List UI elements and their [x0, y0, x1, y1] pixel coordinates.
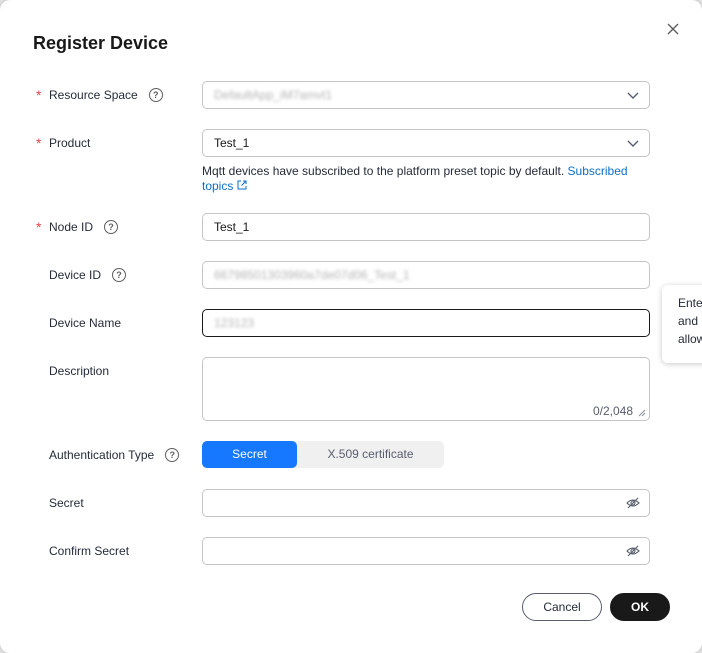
node-id-label-row: * Node ID ? [36, 217, 119, 237]
confirm-secret-label-row: Confirm Secret [36, 541, 129, 561]
device-id-label: Device ID [49, 268, 102, 282]
help-icon[interactable]: ? [148, 88, 163, 102]
confirm-secret-label: Confirm Secret [49, 544, 130, 558]
external-link-icon [237, 180, 247, 190]
node-id-input[interactable]: Test_1 [202, 213, 650, 241]
help-icon[interactable]: ? [165, 448, 180, 462]
device-name-tooltip: Ente and allow [662, 285, 702, 363]
auth-option-x509[interactable]: X.509 certificate [297, 441, 444, 468]
required-marker: * [36, 219, 42, 235]
auth-option-secret[interactable]: Secret [202, 441, 297, 468]
description-counter: 0/2,048 [592, 404, 633, 418]
node-id-value: Test_1 [214, 220, 250, 234]
product-hint-text: Mqtt devices have subscribed to the plat… [202, 164, 565, 178]
required-marker: * [36, 135, 42, 151]
eye-off-icon[interactable] [626, 497, 640, 509]
tooltip-line: and [678, 314, 699, 328]
description-label: Description [49, 364, 110, 378]
resize-handle-icon[interactable] [638, 409, 646, 417]
resource-space-label-row: * Resource Space ? [36, 85, 163, 105]
device-id-value: 66798501303960a7de07d06_Test_1 [214, 268, 410, 282]
secret-label-row: Secret [36, 493, 84, 513]
resource-space-label: Resource Space [49, 88, 138, 102]
chevron-down-icon [627, 92, 639, 99]
device-name-input[interactable]: 123123 [202, 309, 650, 337]
product-label-row: * Product [36, 133, 90, 153]
device-id-label-row: Device ID ? [36, 265, 127, 285]
register-device-dialog: Register Device * Resource Space ? Defau… [0, 0, 702, 653]
resource-space-select[interactable]: DefaultApp_iM7amvt1 [202, 81, 650, 109]
description-textarea[interactable]: 0/2,048 [202, 357, 650, 421]
node-id-label: Node ID [49, 220, 94, 234]
required-marker: * [36, 87, 42, 103]
confirm-secret-input[interactable] [202, 537, 650, 565]
secret-input[interactable] [202, 489, 650, 517]
device-name-value: 123123 [214, 316, 255, 330]
device-name-label-row: Device Name [36, 313, 121, 333]
device-id-input[interactable]: 66798501303960a7de07d06_Test_1 [202, 261, 650, 289]
auth-type-label: Authentication Type [49, 448, 155, 462]
auth-type-toggle: Secret X.509 certificate [202, 441, 444, 468]
description-label-row: Description [36, 361, 109, 381]
resource-space-value: DefaultApp_iM7amvt1 [214, 88, 333, 102]
help-icon[interactable]: ? [104, 220, 119, 234]
product-select[interactable]: Test_1 [202, 129, 650, 157]
auth-type-label-row: Authentication Type ? [36, 445, 180, 465]
help-icon[interactable]: ? [112, 268, 127, 282]
tooltip-line: allow [678, 332, 702, 346]
product-value: Test_1 [214, 136, 250, 150]
dialog-title: Register Device [33, 33, 169, 53]
eye-off-icon[interactable] [626, 545, 640, 557]
cancel-button[interactable]: Cancel [522, 593, 602, 621]
chevron-down-icon [627, 140, 639, 147]
product-label: Product [49, 136, 91, 150]
product-hint: Mqtt devices have subscribed to the plat… [202, 164, 642, 194]
device-name-label: Device Name [49, 316, 122, 330]
close-icon[interactable] [663, 19, 683, 39]
secret-label: Secret [49, 496, 84, 510]
ok-button[interactable]: OK [610, 593, 670, 621]
tooltip-line: Ente [678, 296, 702, 310]
